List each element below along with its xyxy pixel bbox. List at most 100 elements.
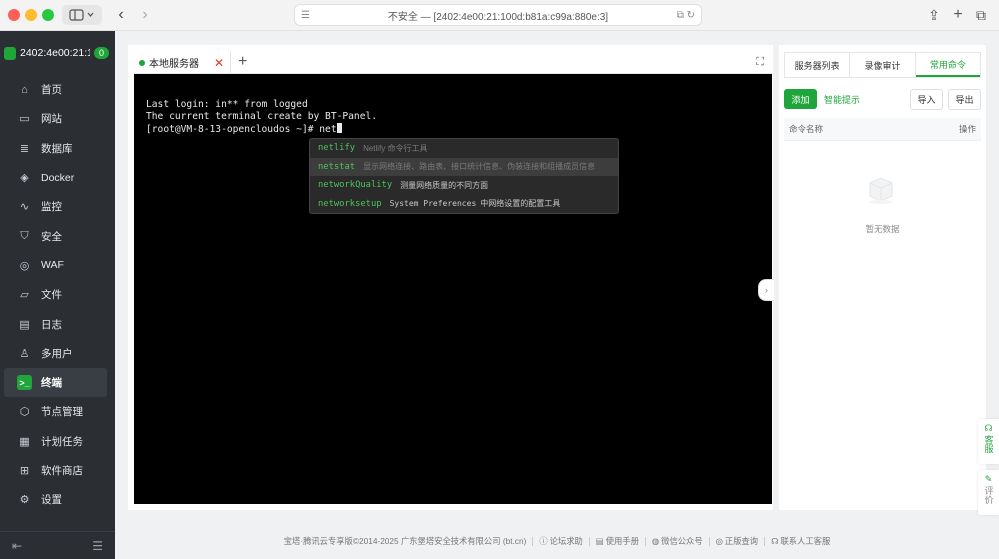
import-button[interactable]: 导入 [910,89,943,110]
footer-link-label: 使用手册 [605,536,639,546]
terminal-line: The current terminal create by BT-Panel. [146,110,378,122]
share-button[interactable]: ⇪ [925,5,943,25]
footer-link-forum[interactable]: ⓘ 论坛求助 [539,535,583,547]
gear-icon: ⚙ [19,494,30,507]
suggestion-description: System Preferences [389,199,477,209]
bt-logo-icon [4,46,16,60]
footer-link-label: 联系人工客服 [780,536,831,546]
sidebar-item-gear[interactable]: ⚙ 设置 [0,485,115,514]
sidebar-item-website[interactable]: ▭ 网站 [0,104,115,133]
suggestion-description: 显示网络连接、路由表、接口统计信息、伪装连接和组播成员信息 [363,162,596,172]
page-menu-icon[interactable]: ☰ [301,10,310,21]
col-action: 操作 [958,124,976,134]
right-panel [779,45,986,510]
sidebar-item-folder[interactable]: ▱ 文件 [0,280,115,309]
sidebar-item-monitor[interactable]: ∿ 监控 [0,192,115,221]
sidebar-item-terminal[interactable]: >_ 终端 [4,367,107,398]
customer-service-button[interactable]: ☊ 客服 [978,419,999,464]
tab-recording-audit[interactable]: 录像审计 [850,53,916,77]
sidebar-item-label: 文件 [41,289,62,302]
sidebar-item-users[interactable]: ♙ 多用户 [0,339,115,368]
sidebar-item-store[interactable]: ⊞ 软件商店 [0,456,115,485]
sidebar-item-cron[interactable]: ▦ 计划任务 [0,427,115,456]
notification-badge[interactable]: 0 [94,47,110,59]
server-header[interactable]: 2402:4e00:21:100 0 [0,31,115,75]
suggestion-description: 中网络设置的配置工具 [480,199,561,209]
tab-label: 本地服务器 [149,59,199,70]
sidebar-item-label: 设置 [41,494,62,507]
close-window-button[interactable] [8,9,20,21]
collapse-panel-handle[interactable]: › [758,279,774,301]
connected-status-dot [139,59,145,66]
plus-icon: + [953,6,963,23]
export-button[interactable]: 导出 [948,89,981,110]
wechat-icon: ◍ [651,536,660,546]
menu-list-icon[interactable]: ☰ [92,539,103,553]
smart-hint-link[interactable]: 智能提示 [824,93,860,106]
suggestion-command: networkQuality [318,180,393,191]
sidebar-item-docker[interactable]: ◈ Docker [0,163,115,192]
close-tab-icon[interactable]: ✕ [214,56,224,70]
sidebar-item-waf[interactable]: ◎ WAF [0,251,115,280]
suggestion-item[interactable]: netstat 显示网络连接、路由表、接口统计信息、伪装连接和组播成员信息 [310,157,618,176]
sidebar-item-label: 多用户 [41,347,73,360]
review-label: 评价 [983,486,994,504]
sidebar-toggle-button[interactable] [62,5,102,25]
footer-divider [644,536,646,546]
terminal-tabbar: 本地服务器 ✕ + ⛶ [134,51,772,74]
headset-icon: ☊ [984,423,993,433]
sidebar-item-label: 终端 [41,377,62,390]
reload-icon[interactable]: ⧉ ↻ [677,10,695,21]
suggestion-item[interactable]: netlify Netlify 命令行工具 [310,139,618,158]
suggestion-description: Netlify 命令行工具 [363,143,428,153]
sidebar-item-label: 数据库 [41,142,73,155]
server-ip: 2402:4e00:21:100 [20,47,90,59]
suggestion-command: netlify [318,143,356,154]
review-button[interactable]: ✎ 评价 [978,470,999,515]
forward-button[interactable]: › [134,5,156,25]
sidebar-item-label: 监控 [41,201,62,214]
footer-link-license[interactable]: ◎ 正版查询 [716,535,758,547]
footer-link-wechat[interactable]: ◍ 微信公众号 [652,535,703,547]
zoom-window-button[interactable] [42,9,54,21]
tab-server-list[interactable]: 服务器列表 [785,53,851,77]
tab-local-server[interactable]: 本地服务器 ✕ [134,51,231,74]
add-command-button[interactable]: 添加 [784,89,817,109]
tab-overview-button[interactable]: ⧉ [972,5,990,25]
new-tab-button[interactable]: + [949,5,967,25]
footer-link-label: 正版查询 [724,536,759,546]
address-text: 不安全 — [2402:4e00:21:100d:b81a:c99a:880e:… [387,11,609,23]
fullscreen-icon[interactable]: ⛶ [756,56,764,69]
customer-service-label: 客服 [983,435,994,453]
sidebar-item-database[interactable]: ≣ 数据库 [0,134,115,163]
sidebar-footer: ⇤ ☰ [0,531,115,559]
col-command-name: 命令名称 [789,124,824,134]
add-tab-icon[interactable]: + [238,53,247,71]
back-button[interactable]: ‹ [110,5,132,25]
users-icon: ♙ [19,347,30,360]
node-icon: ⬡ [19,406,30,419]
database-icon: ≣ [19,142,30,155]
suggestion-item[interactable]: networksetup System Preferences 中网络设置的配置工具 [310,195,618,214]
footer-divider [532,536,534,546]
book-icon: ▤ [595,536,604,546]
home-icon: ⌂ [21,83,28,96]
headset-icon: ☊ [771,536,779,546]
tab-common-commands[interactable]: 常用命令 [915,53,980,77]
footer-link-support[interactable]: ☊ 联系人工客服 [771,535,830,547]
collapse-menu-icon[interactable]: ⇤ [12,539,22,553]
sidebar-menu: ⌂ 首页 ▭ 网站 ≣ 数据库 ◈ Docker ∿ 监控 ⛉ 安全 ◎ WAF ▱ 文件 ▤ 日志 ♙ 多用户 >_ 终… [0,75,115,514]
sidebar-item-node[interactable]: ⬡ 节点管理 [0,397,115,426]
suggestion-command: netstat [318,161,356,172]
help-icon: ⓘ [539,536,548,546]
terminal-prompt-line: [root@VM-8-13-opencloudos ~]# net [146,122,772,136]
sidebar-item-log[interactable]: ▤ 日志 [0,309,115,338]
sidebar-item-label: 安全 [41,230,62,243]
address-bar[interactable]: ☰ 不安全 — [2402:4e00:21:100d:b81a:c99a:880… [294,4,702,26]
suggestion-item[interactable]: networkQuality 测量网络质量的不同方面 [310,176,618,195]
sidebar-item-shield[interactable]: ⛉ 安全 [0,221,115,250]
chevron-right-icon: › [765,285,768,295]
minimize-window-button[interactable] [25,9,37,21]
footer-link-manual[interactable]: ▤ 使用手册 [596,535,639,547]
sidebar-item-home[interactable]: ⌂ 首页 [0,75,115,104]
